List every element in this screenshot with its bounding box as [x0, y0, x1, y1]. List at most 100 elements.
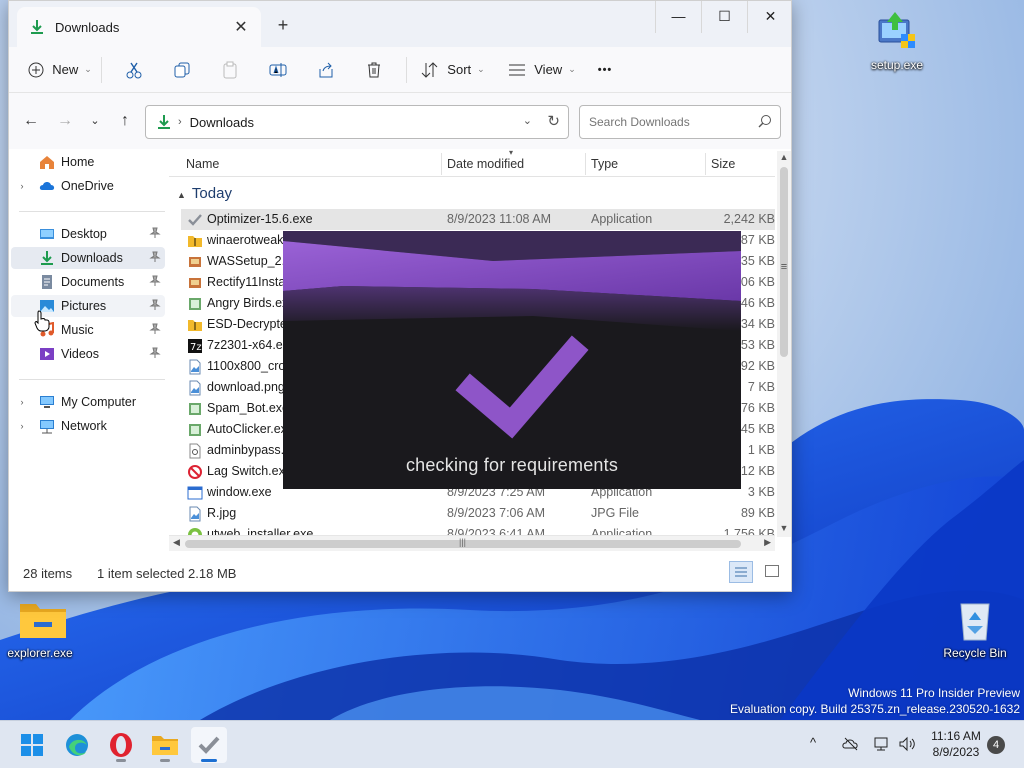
- file-row[interactable]: R.jpg 8/9/2023 7:06 AM JPG File 89 KB: [181, 503, 775, 524]
- file-name: window.exe: [207, 485, 272, 499]
- new-button-label: New: [52, 62, 79, 77]
- close-tab-button[interactable]: ✕: [227, 17, 255, 37]
- new-tab-button[interactable]: +: [271, 13, 295, 37]
- taskbar-optimizer[interactable]: [191, 727, 227, 763]
- tray-overflow-button[interactable]: ^: [810, 735, 816, 750]
- file-name: Spam_Bot.exe: [207, 401, 289, 415]
- sidebar-item-desktop[interactable]: Desktop: [11, 223, 165, 245]
- sidebar-item-documents[interactable]: Documents: [11, 271, 165, 293]
- installer-icon: [875, 10, 919, 54]
- column-divider[interactable]: [705, 153, 706, 175]
- sidebar-item-onedrive[interactable]: › OneDrive: [11, 175, 165, 197]
- windows-watermark-build: Evaluation copy. Build 25375.zn_release.…: [730, 702, 1020, 716]
- vertical-scrollbar[interactable]: ▲ ≡ ▼: [777, 151, 791, 537]
- cut-button[interactable]: [110, 54, 158, 86]
- plus-circle-icon: [28, 62, 44, 77]
- chevron-right-icon[interactable]: ›: [15, 421, 29, 431]
- taskbar-edge[interactable]: [59, 727, 95, 763]
- column-header-type[interactable]: Type: [591, 157, 618, 171]
- file-size: 1 KB: [747, 443, 775, 457]
- taskbar-opera[interactable]: [103, 727, 139, 763]
- minimize-button[interactable]: —: [655, 1, 701, 33]
- more-options-button[interactable]: •••: [585, 54, 625, 86]
- onedrive-offline-icon[interactable]: [842, 735, 860, 753]
- pin-icon: [149, 323, 161, 334]
- address-bar[interactable]: › Downloads ⌄ ↻: [145, 105, 569, 139]
- tiles-view-button[interactable]: [765, 565, 779, 577]
- network-icon[interactable]: [873, 735, 891, 753]
- close-window-button[interactable]: ✕: [747, 1, 791, 33]
- scroll-left-icon[interactable]: ◀: [173, 537, 180, 548]
- desktop-icon-recycle-bin[interactable]: Recycle Bin: [935, 598, 1015, 660]
- horizontal-scrollbar[interactable]: ◀ ||| ▶: [169, 535, 775, 551]
- chevron-down-icon[interactable]: ⌄: [523, 114, 532, 127]
- column-divider[interactable]: [441, 153, 442, 175]
- tab-downloads[interactable]: Downloads ✕: [17, 7, 261, 47]
- sidebar-item-my-computer[interactable]: › My Computer: [11, 391, 165, 413]
- forward-button[interactable]: →: [53, 109, 77, 133]
- file-date: 8/9/2023 11:08 AM: [447, 212, 552, 226]
- new-button[interactable]: New ⌄: [27, 54, 93, 86]
- rename-icon: [269, 62, 287, 77]
- clock-date[interactable]: 8/9/2023: [926, 745, 986, 759]
- sidebar-item-network[interactable]: › Network: [11, 415, 165, 437]
- sidebar-item-label: Network: [61, 419, 107, 433]
- view-button[interactable]: View ⌄: [499, 54, 585, 86]
- sidebar-item-home[interactable]: Home: [11, 151, 165, 173]
- taskbar-file-explorer[interactable]: [147, 727, 183, 763]
- sidebar-item-label: Desktop: [61, 227, 107, 241]
- start-button[interactable]: [14, 727, 50, 763]
- app-icon: [187, 296, 203, 312]
- desktop-icon-label: Recycle Bin: [943, 646, 1007, 660]
- details-view-button[interactable]: [729, 561, 753, 583]
- desktop-icon-label: explorer.exe: [7, 646, 73, 660]
- column-header-name[interactable]: Name: [186, 157, 219, 171]
- desktop-icon-explorer[interactable]: explorer.exe: [0, 598, 80, 660]
- file-name: R.jpg: [207, 506, 237, 520]
- refresh-icon[interactable]: ↻: [547, 112, 560, 130]
- search-input[interactable]: Search Downloads: [579, 105, 781, 139]
- file-row[interactable]: Optimizer-15.6.exe 8/9/2023 11:08 AM Appli…: [181, 209, 775, 230]
- file-size: 89 KB: [740, 506, 775, 520]
- back-button[interactable]: ←: [19, 109, 43, 133]
- grip-icon: |||: [459, 537, 467, 547]
- folder-icon: [152, 736, 178, 755]
- desktop-icon-label: setup.exe: [870, 58, 924, 72]
- delete-button[interactable]: [350, 54, 398, 86]
- folder-icon: [18, 598, 66, 642]
- sidebar-item-videos[interactable]: Videos: [11, 343, 165, 365]
- share-button[interactable]: [302, 54, 350, 86]
- chevron-right-icon[interactable]: ›: [15, 397, 29, 407]
- clock-time[interactable]: 11:16 AM: [926, 729, 986, 743]
- sort-button[interactable]: Sort ⌄: [415, 54, 491, 86]
- volume-icon[interactable]: [898, 735, 916, 753]
- column-header-size[interactable]: Size: [711, 157, 735, 171]
- group-header-today[interactable]: ▲ Today: [177, 185, 232, 202]
- file-name: winaerotweake: [207, 233, 291, 247]
- scroll-down-icon[interactable]: ▼: [777, 523, 791, 533]
- chevron-right-icon[interactable]: ›: [15, 181, 29, 191]
- column-divider[interactable]: [585, 153, 586, 175]
- breadcrumb-downloads[interactable]: Downloads: [190, 115, 254, 130]
- scroll-right-icon[interactable]: ▶: [764, 537, 771, 548]
- recycle-bin-icon: [953, 598, 997, 642]
- maximize-button[interactable]: ☐: [701, 1, 747, 33]
- rename-button[interactable]: [254, 54, 302, 86]
- desktop-icon-setup[interactable]: setup.exe: [857, 10, 937, 72]
- sidebar-divider: [19, 379, 165, 380]
- installer-icon: [187, 275, 203, 291]
- details-view-icon: [735, 567, 747, 577]
- notification-badge[interactable]: 4: [987, 736, 1005, 754]
- sidebar-item-downloads[interactable]: Downloads: [11, 247, 165, 269]
- scroll-up-icon[interactable]: ▲: [777, 152, 791, 162]
- paste-button[interactable]: [206, 54, 254, 86]
- copy-button[interactable]: [158, 54, 206, 86]
- column-header-date[interactable]: Date modified: [447, 157, 524, 171]
- item-count: 28 items: [23, 566, 73, 581]
- pin-icon: [149, 251, 161, 262]
- file-name: Lag Switch.exe: [207, 464, 292, 478]
- file-name: download.png: [207, 380, 285, 394]
- scissors-icon: [126, 62, 142, 78]
- up-button[interactable]: ↑: [113, 109, 137, 133]
- recent-locations-button[interactable]: ⌄: [83, 109, 107, 133]
